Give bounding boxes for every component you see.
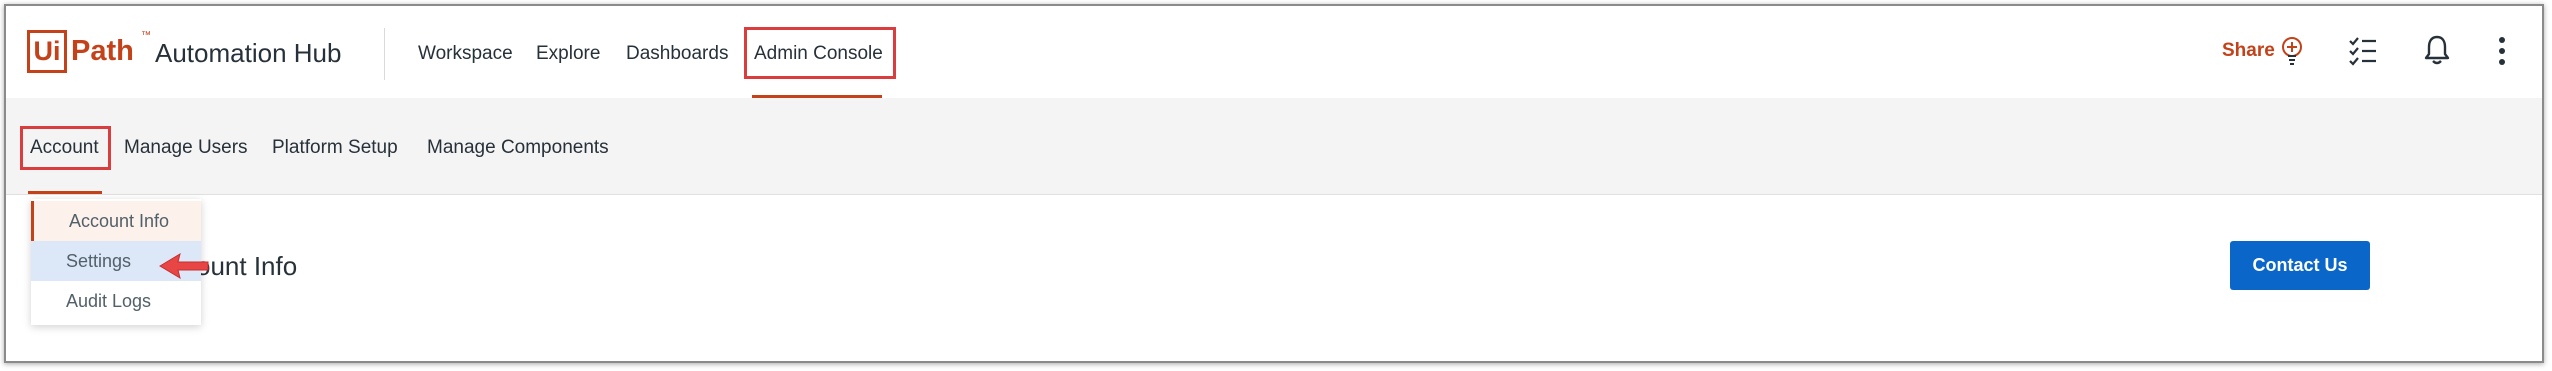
app-window: Ui Path ™ Automation Hub Workspace Explo… xyxy=(4,4,2544,363)
subnav-manage-users[interactable]: Manage Users xyxy=(124,136,248,160)
share-button[interactable]: Share xyxy=(2222,40,2275,62)
menu-item-account-info[interactable]: Account Info xyxy=(31,201,201,241)
annotation-arrow-icon xyxy=(158,251,210,286)
nav-workspace[interactable]: Workspace xyxy=(418,42,513,66)
lightbulb-plus-icon[interactable] xyxy=(2280,36,2304,71)
logo-trademark: ™ xyxy=(141,30,151,41)
uipath-logo-mark[interactable]: Ui xyxy=(27,30,67,73)
menu-item-audit-logs[interactable]: Audit Logs xyxy=(31,281,201,321)
nav-dashboards[interactable]: Dashboards xyxy=(626,42,728,66)
admin-sub-nav: Account Manage Users Platform Setup Mana… xyxy=(6,98,2542,195)
app-title: Automation Hub xyxy=(155,38,342,68)
subnav-manage-components[interactable]: Manage Components xyxy=(427,136,609,160)
subnav-platform-setup[interactable]: Platform Setup xyxy=(272,136,398,160)
top-header: Ui Path ™ Automation Hub Workspace Explo… xyxy=(6,6,2542,99)
menu-item-label: Settings xyxy=(66,251,132,271)
menu-item-label: Audit Logs xyxy=(66,291,152,311)
header-divider xyxy=(384,28,385,80)
more-vertical-icon[interactable] xyxy=(2497,36,2507,71)
nav-explore[interactable]: Explore xyxy=(536,42,600,66)
checklist-icon[interactable] xyxy=(2348,36,2378,71)
account-active-indicator xyxy=(28,191,102,194)
account-highlight xyxy=(20,126,111,170)
logo-path-text: Path xyxy=(71,35,134,67)
bell-icon[interactable] xyxy=(2423,34,2451,71)
admin-console-highlight xyxy=(744,27,896,79)
contact-us-button[interactable]: Contact Us xyxy=(2230,241,2370,290)
menu-item-label: Account Info xyxy=(69,211,170,231)
contact-us-label: Contact Us xyxy=(2252,255,2348,275)
logo-ui-text: Ui xyxy=(33,36,61,66)
